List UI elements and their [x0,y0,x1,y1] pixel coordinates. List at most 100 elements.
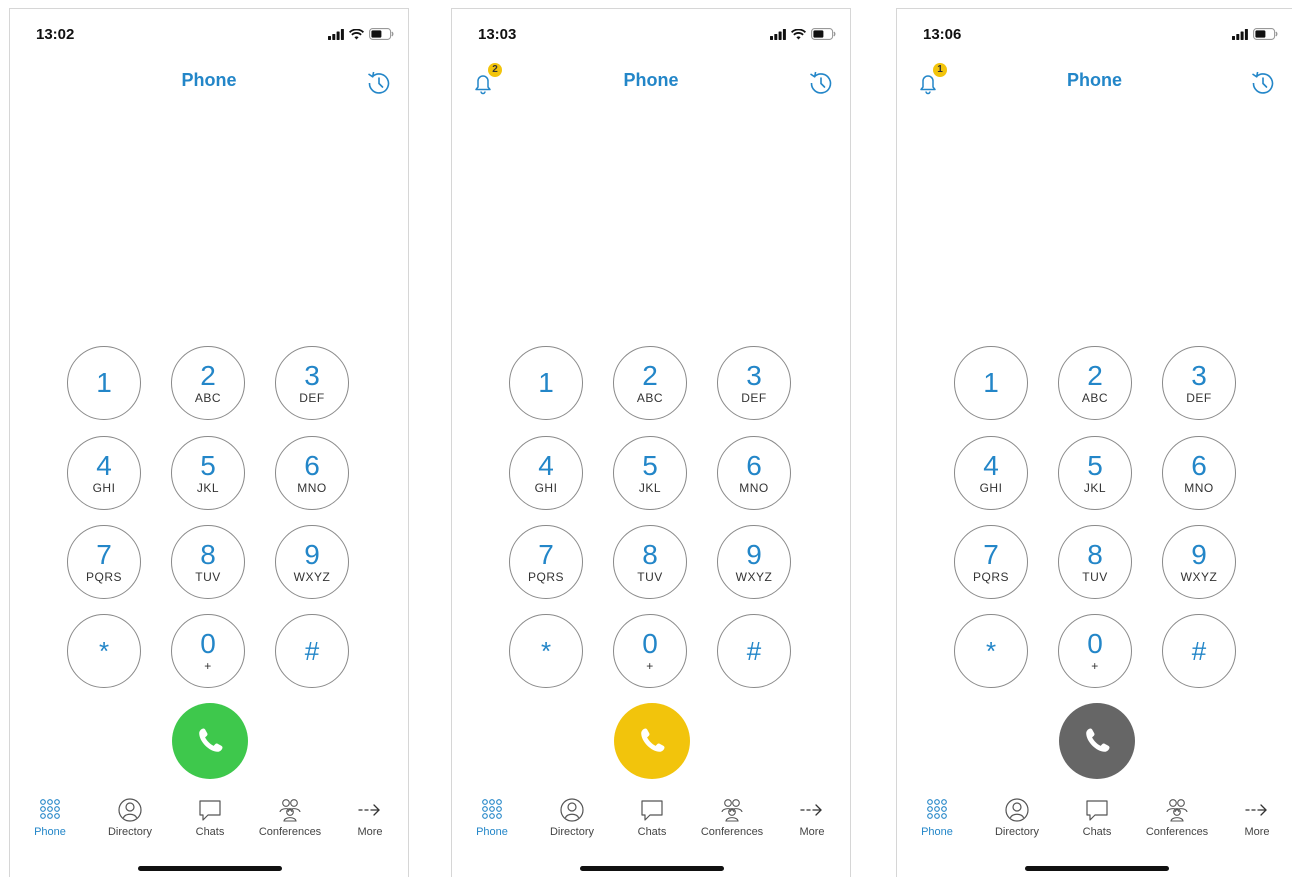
tab-directory[interactable]: Directory [532,797,612,838]
key-hash[interactable]: # [1162,614,1236,688]
tab-chats[interactable]: Chats [1057,797,1137,838]
key-digit: 6 [1191,449,1207,481]
tab-chats[interactable]: Chats [170,797,250,838]
key-digit: 2 [200,359,216,391]
key-hash[interactable]: # [275,614,349,688]
call-button[interactable] [172,703,248,779]
key-star[interactable]: * [509,614,583,688]
key-1[interactable]: 1 [954,346,1028,420]
key-6[interactable]: 6 MNO [1162,436,1236,510]
tab-phone[interactable]: Phone [452,797,532,838]
key-7[interactable]: 7 PQRS [954,525,1028,599]
key-digit: * [985,636,997,666]
chat-bubble-icon [641,800,663,821]
key-letters: MNO [297,480,327,495]
key-digit: 6 [746,449,762,481]
key-7[interactable]: 7 PQRS [509,525,583,599]
tab-label: Chats [1082,826,1112,838]
key-star[interactable]: * [67,614,141,688]
phone-screen: 13:02 Phone 1 2 ABC 3 DEF 4 GHI 5 JKL 6 MNO 7 PQRS 8 T… [9,8,409,877]
key-letters: ABC [636,390,664,405]
key-6[interactable]: 6 MNO [717,436,791,510]
history-icon[interactable] [1250,68,1276,96]
key-letters: TUV [195,569,221,584]
tab-directory[interactable]: Directory [90,797,170,838]
key-2[interactable]: 2 ABC [613,346,687,420]
group-icon [1166,799,1188,822]
key-3[interactable]: 3 DEF [1162,346,1236,420]
battery-icon [1253,28,1278,40]
phone-handset-icon [199,728,223,752]
key-6[interactable]: 6 MNO [275,436,349,510]
key-4[interactable]: 4 GHI [509,436,583,510]
key-4[interactable]: 4 GHI [954,436,1028,510]
key-1[interactable]: 1 [67,346,141,420]
tab-label: Phone [476,826,508,838]
key-letters: GHI [534,480,558,495]
key-letters: + [204,658,212,673]
status-time: 13:06 [923,26,962,43]
tab-directory[interactable]: Directory [977,797,1057,838]
call-button[interactable] [1059,703,1135,779]
key-digit: 4 [96,449,112,481]
key-4[interactable]: 4 GHI [67,436,141,510]
signal-icon [328,28,344,40]
key-2[interactable]: 2 ABC [1058,346,1132,420]
key-hash[interactable]: # [717,614,791,688]
key-star[interactable]: * [954,614,1028,688]
tab-conferences[interactable]: Conferences [692,797,772,838]
key-digit: 0 [1087,627,1103,659]
key-9[interactable]: 9 WXYZ [275,525,349,599]
call-button[interactable] [614,703,690,779]
tab-label: Conferences [700,826,764,838]
key-1[interactable]: 1 [509,346,583,420]
tab-conferences[interactable]: Conferences [1137,797,1217,838]
chat-bubble-icon [199,800,221,821]
tab-more[interactable]: More [1217,797,1292,838]
person-icon [118,798,142,822]
history-icon[interactable] [366,68,392,96]
tab-more[interactable]: More [772,797,852,838]
key-8[interactable]: 8 TUV [1058,525,1132,599]
key-8[interactable]: 8 TUV [171,525,245,599]
tab-chats[interactable]: Chats [612,797,692,838]
key-letters: WXYZ [1180,569,1218,584]
key-3[interactable]: 3 DEF [275,346,349,420]
key-9[interactable]: 9 WXYZ [717,525,791,599]
key-7[interactable]: 7 PQRS [67,525,141,599]
tab-phone[interactable]: Phone [897,797,977,838]
key-5[interactable]: 5 JKL [171,436,245,510]
status-time: 13:02 [36,26,75,43]
tab-bar: Phone Directory Chats Conferences More [10,797,410,847]
key-8[interactable]: 8 TUV [613,525,687,599]
key-digit: 4 [983,449,999,481]
key-digit: * [540,636,552,666]
history-icon[interactable] [808,68,834,96]
signal-icon [1232,28,1248,40]
key-5[interactable]: 5 JKL [613,436,687,510]
tab-conferences[interactable]: Conferences [250,797,330,838]
key-3[interactable]: 3 DEF [717,346,791,420]
key-digit: 0 [642,627,658,659]
key-letters: DEF [741,390,767,405]
tab-label: Chats [637,826,667,838]
key-digit: 1 [96,367,112,398]
phone-handset-icon [1086,728,1110,752]
key-letters: WXYZ [735,569,773,584]
arrow-right-icon [800,804,822,816]
key-letters: ABC [1081,390,1109,405]
chat-bubble-icon [1086,800,1108,821]
key-letters: TUV [637,569,663,584]
key-2[interactable]: 2 ABC [171,346,245,420]
key-5[interactable]: 5 JKL [1058,436,1132,510]
tab-label: Chats [195,826,225,838]
key-digit: # [304,636,320,666]
key-9[interactable]: 9 WXYZ [1162,525,1236,599]
tab-phone[interactable]: Phone [10,797,90,838]
key-0[interactable]: 0 + [171,614,245,688]
key-0[interactable]: 0 + [1058,614,1132,688]
tab-more[interactable]: More [330,797,410,838]
key-letters: PQRS [85,569,122,584]
key-digit: 5 [200,449,216,481]
key-0[interactable]: 0 + [613,614,687,688]
